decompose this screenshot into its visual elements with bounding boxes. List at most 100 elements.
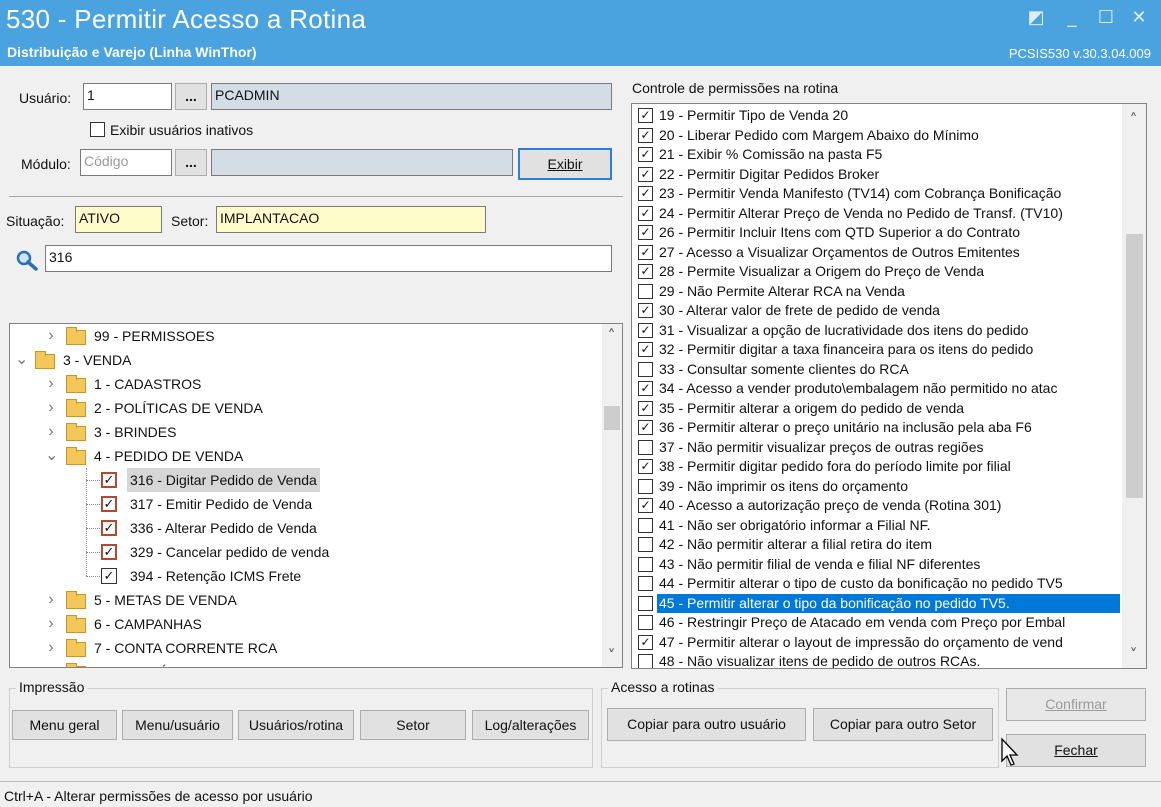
permission-item[interactable]: 42 - Não permitir alterar a filial retir… bbox=[636, 535, 1122, 555]
permission-item[interactable]: 37 - Não permitir visualizar preços de o… bbox=[636, 438, 1122, 458]
permission-item[interactable]: ✓ 38 - Permitir digitar pedido fora do pe… bbox=[636, 457, 1122, 477]
permission-checkbox[interactable] bbox=[638, 556, 653, 572]
permission-item[interactable]: ✓ 40 - Acesso a autorização preço de vend… bbox=[636, 496, 1122, 516]
permission-item[interactable]: 44 - Permitir alterar o tipo de custo da… bbox=[636, 574, 1122, 594]
scroll-down-icon[interactable]: ˅ bbox=[603, 646, 620, 665]
permission-checkbox[interactable]: ✓ bbox=[638, 127, 653, 143]
scroll-up-icon[interactable]: ˄ bbox=[1125, 110, 1142, 129]
permission-item[interactable]: ✓ 23 - Permitir Venda Manifesto (TV14) co… bbox=[636, 184, 1122, 204]
permission-checkbox[interactable]: ✓ bbox=[638, 244, 653, 260]
usuario-code-input[interactable]: 1 bbox=[83, 83, 172, 110]
tree-check-row[interactable]: ✓ 316 - Digitar Pedido de Venda bbox=[10, 468, 600, 492]
tree-folder-row[interactable]: › 8 - RELATÓRIOS bbox=[10, 660, 600, 667]
permission-item[interactable]: ✓ 28 - Permite Visualizar a Origem do Pre… bbox=[636, 262, 1122, 282]
modulo-lookup-button[interactable]: ... bbox=[175, 149, 207, 176]
permission-checkbox[interactable]: ✓ bbox=[638, 147, 653, 162]
permission-checkbox[interactable] bbox=[638, 361, 653, 377]
log-alteracoes-button[interactable]: Log/alterações bbox=[472, 710, 589, 740]
permission-item[interactable]: 43 - Não permitir filial de venda e fili… bbox=[636, 555, 1122, 575]
maximize-icon[interactable]: ☐ bbox=[1094, 8, 1118, 28]
permission-item[interactable]: 33 - Consultar somente clientes do RCA bbox=[636, 360, 1122, 380]
tree-folder-row[interactable]: › 3 - BRINDES bbox=[10, 420, 600, 444]
scroll-thumb[interactable] bbox=[1126, 234, 1143, 498]
permission-item[interactable]: ✓ 32 - Permitir digitar a taxa financeira… bbox=[636, 340, 1122, 360]
permission-item[interactable]: ✓ 20 - Liberar Pedido com Margem Abaixo d… bbox=[636, 126, 1122, 146]
permission-item[interactable]: ✓ 27 - Acesso a Visualizar Orçamentos de … bbox=[636, 243, 1122, 263]
permission-checkbox[interactable]: ✓ bbox=[638, 498, 653, 513]
permission-checkbox[interactable] bbox=[638, 654, 653, 668]
menu-geral-button[interactable]: Menu geral bbox=[12, 710, 117, 740]
chevron-right-icon[interactable]: › bbox=[45, 612, 57, 636]
tree-checkbox[interactable]: ✓ bbox=[101, 544, 117, 560]
minimize-icon[interactable]: _ bbox=[1060, 8, 1084, 28]
chevron-right-icon[interactable]: › bbox=[45, 660, 57, 667]
tree-folder-row[interactable]: ⌄ 3 - VENDA bbox=[10, 348, 600, 372]
permission-item[interactable]: ✓ 21 - Exibir % Comissão na pasta F5 bbox=[636, 145, 1122, 165]
permission-checkbox[interactable] bbox=[638, 595, 653, 611]
tree-check-row[interactable]: ✓ 336 - Alterar Pedido de Venda bbox=[10, 516, 600, 540]
permission-checkbox[interactable] bbox=[638, 537, 653, 552]
permission-item[interactable]: ✓ 24 - Permitir Alterar Preço de Venda no… bbox=[636, 204, 1122, 224]
chevron-right-icon[interactable]: › bbox=[45, 588, 57, 612]
permission-item[interactable]: ✓ 22 - Permitir Digitar Pedidos Broker bbox=[636, 165, 1122, 185]
tree-scrollbar[interactable]: ˄ ˅ bbox=[602, 324, 622, 667]
permissions-tree[interactable]: › 99 - PERMISSOES ⌄ 3 - VENDA › 1 - CADASTROS… bbox=[9, 323, 623, 668]
permission-checkbox[interactable]: ✓ bbox=[638, 381, 653, 396]
permissions-list[interactable]: ✓ 19 - Permitir Tipo de Venda 20 ✓ 20 - Lib… bbox=[631, 103, 1147, 669]
permission-item[interactable]: ✓ 36 - Permitir alterar o preço unitário … bbox=[636, 418, 1122, 438]
permission-checkbox[interactable] bbox=[638, 517, 653, 533]
scroll-up-icon[interactable]: ˄ bbox=[603, 326, 620, 345]
permission-checkbox[interactable]: ✓ bbox=[638, 342, 653, 357]
confirmar-button[interactable]: Confirmar bbox=[1006, 688, 1146, 721]
permission-item[interactable]: 29 - Não Permite Alterar RCA na Venda bbox=[636, 282, 1122, 302]
tree-checkbox[interactable]: ✓ bbox=[101, 472, 117, 488]
chevron-right-icon[interactable]: › bbox=[45, 420, 57, 444]
permission-checkbox[interactable] bbox=[638, 439, 653, 455]
permission-item[interactable]: ✓ 30 - Alterar valor de frete de pedido d… bbox=[636, 301, 1122, 321]
permission-item[interactable]: 46 - Restringir Preço de Atacado em vend… bbox=[636, 613, 1122, 633]
tree-folder-row[interactable]: › 7 - CONTA CORRENTE RCA bbox=[10, 636, 600, 660]
permission-checkbox[interactable]: ✓ bbox=[638, 225, 653, 240]
permission-checkbox[interactable] bbox=[638, 283, 653, 299]
tree-checkbox[interactable]: ✓ bbox=[101, 520, 117, 536]
permission-item[interactable]: 39 - Não imprimir os itens do orçamento bbox=[636, 477, 1122, 497]
tree-check-row[interactable]: ✓ 329 - Cancelar pedido de venda bbox=[10, 540, 600, 564]
permission-item[interactable]: 48 - Não visualizar itens de pedido de o… bbox=[636, 652, 1122, 668]
permission-checkbox[interactable]: ✓ bbox=[638, 166, 653, 182]
permission-checkbox[interactable]: ✓ bbox=[638, 205, 653, 221]
fechar-button[interactable]: Fechar bbox=[1006, 734, 1146, 767]
chevron-right-icon[interactable]: › bbox=[45, 372, 57, 396]
usuarios-rotina-button[interactable]: Usuários/rotina bbox=[238, 710, 354, 740]
permission-item[interactable]: ✓ 31 - Visualizar a opção de lucratividad… bbox=[636, 321, 1122, 341]
menu-usuario-button[interactable]: Menu/usuário bbox=[122, 710, 233, 740]
permission-item[interactable]: 45 - Permitir alterar o tipo da bonifica… bbox=[636, 593, 1122, 614]
permission-item[interactable]: ✓ 26 - Permitir Incluir Itens com QTD Sup… bbox=[636, 223, 1122, 243]
permission-checkbox[interactable]: ✓ bbox=[638, 322, 653, 338]
chevron-right-icon[interactable]: › bbox=[45, 636, 57, 660]
chevron-right-icon[interactable]: › bbox=[45, 324, 57, 348]
modulo-code-input[interactable]: Código bbox=[80, 149, 172, 176]
permission-item[interactable]: ✓ 19 - Permitir Tipo de Venda 20 bbox=[636, 106, 1122, 126]
scroll-down-icon[interactable]: ˅ bbox=[1125, 645, 1142, 664]
chevron-down-icon[interactable]: ⌄ bbox=[15, 348, 28, 372]
permission-checkbox[interactable] bbox=[638, 478, 653, 494]
scroll-thumb[interactable] bbox=[604, 406, 620, 430]
chevron-down-icon[interactable]: ⌄ bbox=[45, 444, 58, 468]
permission-item[interactable]: ✓ 47 - Permitir alterar o layout de impre… bbox=[636, 633, 1122, 653]
permission-checkbox[interactable]: ✓ bbox=[638, 459, 653, 474]
permission-item[interactable]: ✓ 34 - Acesso a vender produto\embalagem … bbox=[636, 379, 1122, 399]
usuario-lookup-button[interactable]: ... bbox=[175, 83, 207, 110]
permission-checkbox[interactable]: ✓ bbox=[638, 634, 653, 650]
restore-icon[interactable]: ◩ bbox=[1024, 8, 1048, 28]
search-input[interactable]: 316 bbox=[45, 245, 612, 272]
permission-checkbox[interactable]: ✓ bbox=[638, 420, 653, 435]
permission-checkbox[interactable]: ✓ bbox=[638, 264, 653, 279]
tree-checkbox[interactable]: ✓ bbox=[101, 568, 117, 584]
copiar-setor-button[interactable]: Copiar para outro Setor bbox=[813, 708, 993, 741]
tree-folder-row[interactable]: › 1 - CADASTROS bbox=[10, 372, 600, 396]
tree-folder-row[interactable]: › 99 - PERMISSOES bbox=[10, 324, 600, 348]
permission-checkbox[interactable]: ✓ bbox=[638, 400, 653, 416]
permission-checkbox[interactable]: ✓ bbox=[638, 186, 653, 201]
tree-folder-row[interactable]: › 6 - CAMPANHAS bbox=[10, 612, 600, 636]
copiar-usuario-button[interactable]: Copiar para outro usuário bbox=[607, 708, 806, 741]
